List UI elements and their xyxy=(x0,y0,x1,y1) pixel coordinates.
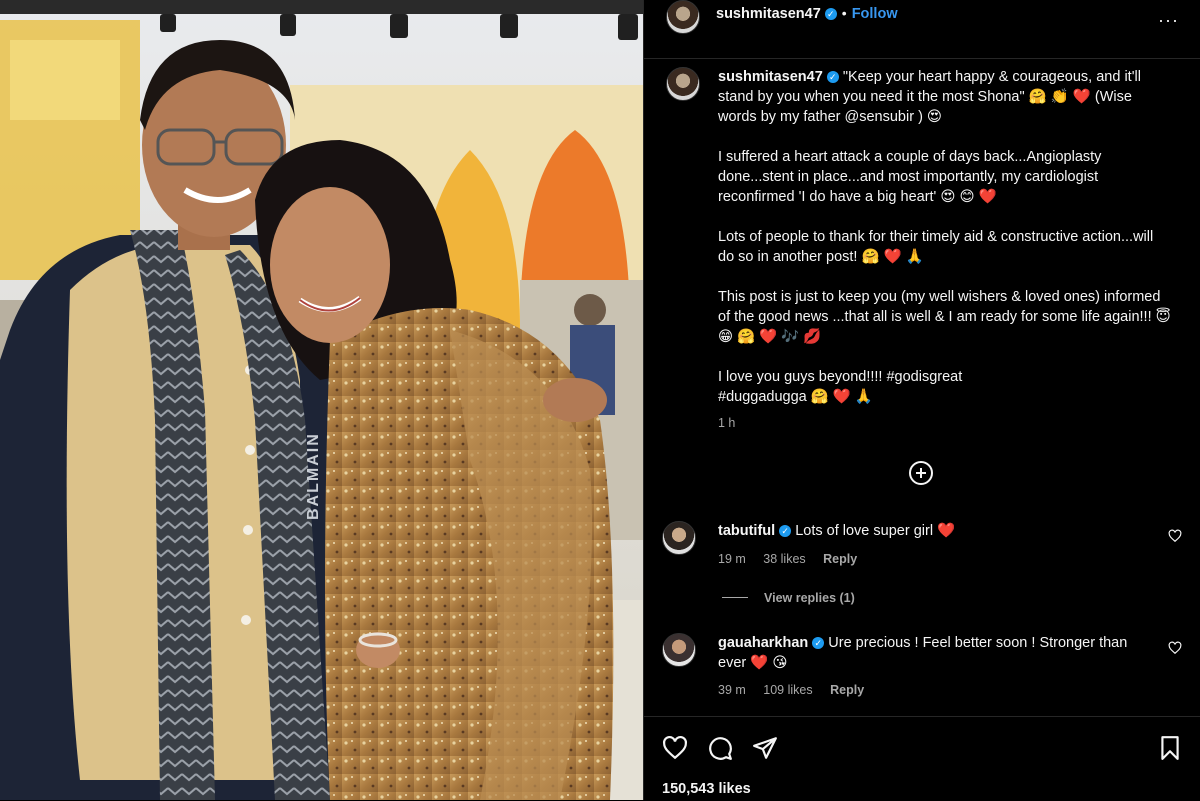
caption-paragraph-1: sushmitasen47 ✓ "Keep your heart happy & … xyxy=(718,67,1173,127)
comment-text-line: tabutiful ✓ Lots of love super girl ❤️ xyxy=(718,521,1138,541)
view-replies-link[interactable]: View replies (1) xyxy=(722,591,855,605)
comment-reply-button[interactable]: Reply xyxy=(830,683,864,697)
comment-avatar[interactable] xyxy=(662,521,696,555)
post-photo[interactable]: BALMAIN xyxy=(0,0,643,800)
verified-badge-icon: ✓ xyxy=(779,525,792,537)
verified-badge-icon: ✓ xyxy=(812,637,825,649)
caption-paragraph-4: This post is just to keep you (my well w… xyxy=(718,289,1175,345)
comment-time[interactable]: 39 m xyxy=(718,683,746,697)
verified-badge-icon: ✓ xyxy=(826,71,839,83)
author-username[interactable]: sushmitasen47 xyxy=(716,6,821,22)
comment-bubble-icon[interactable] xyxy=(707,735,733,761)
likes-count[interactable]: 150,543 likes xyxy=(662,781,751,797)
comment-meta: 39 m 109 likes Reply xyxy=(718,683,878,697)
add-circle-icon[interactable] xyxy=(909,461,933,485)
comment-like-heart-icon[interactable] xyxy=(1168,641,1182,655)
paper-plane-icon[interactable] xyxy=(752,735,778,761)
comment-username[interactable]: tabutiful xyxy=(718,523,775,539)
comment-time[interactable]: 19 m xyxy=(718,552,746,566)
comment-meta: 19 m 38 likes Reply xyxy=(718,552,871,566)
comment-avatar[interactable] xyxy=(662,633,696,667)
scarf-text: BALMAIN xyxy=(305,432,322,520)
bookmark-icon[interactable] xyxy=(1157,735,1183,761)
caption-author-username[interactable]: sushmitasen47 xyxy=(718,69,823,85)
comment-likes[interactable]: 38 likes xyxy=(763,552,805,566)
caption-timestamp[interactable]: 1 h xyxy=(718,413,1173,433)
post-side-panel: sushmitasen47 ✓ • Follow ··· sushmitasen47 ✓… xyxy=(643,0,1200,800)
heart-outline-icon[interactable] xyxy=(662,735,688,761)
caption-paragraph-3: Lots of people to thank for their timely… xyxy=(718,229,1158,265)
comment-likes[interactable]: 109 likes xyxy=(763,683,812,697)
post-action-bar: 150,543 likes xyxy=(644,716,1200,801)
comment-username[interactable]: gauaharkhan xyxy=(718,635,808,651)
author-line: sushmitasen47 ✓ • Follow xyxy=(716,5,898,23)
comment-like-heart-icon[interactable] xyxy=(1168,529,1182,543)
comment-text: Lots of love super girl ❤️ xyxy=(795,523,956,539)
separator-dot: • xyxy=(841,5,847,21)
comment-reply-button[interactable]: Reply xyxy=(823,552,857,566)
caption-paragraph-5: I love you guys beyond!!!! #godisgreat #… xyxy=(718,369,963,405)
caption-paragraph-2: I suffered a heart attack a couple of da… xyxy=(718,149,1106,205)
verified-badge-icon: ✓ xyxy=(824,8,837,20)
caption-author-avatar[interactable] xyxy=(666,67,700,101)
photo-illustration: BALMAIN xyxy=(0,0,643,800)
follow-button[interactable]: Follow xyxy=(852,6,898,22)
author-avatar[interactable] xyxy=(666,0,700,34)
more-dots-icon[interactable]: ··· xyxy=(1158,10,1179,31)
post-header: sushmitasen47 ✓ • Follow ··· xyxy=(644,0,1200,59)
comment-text-line: gauaharkhan ✓ Ure precious ! Feel better … xyxy=(718,633,1138,673)
post-caption: sushmitasen47 ✓ "Keep your heart happy & … xyxy=(718,67,1173,433)
